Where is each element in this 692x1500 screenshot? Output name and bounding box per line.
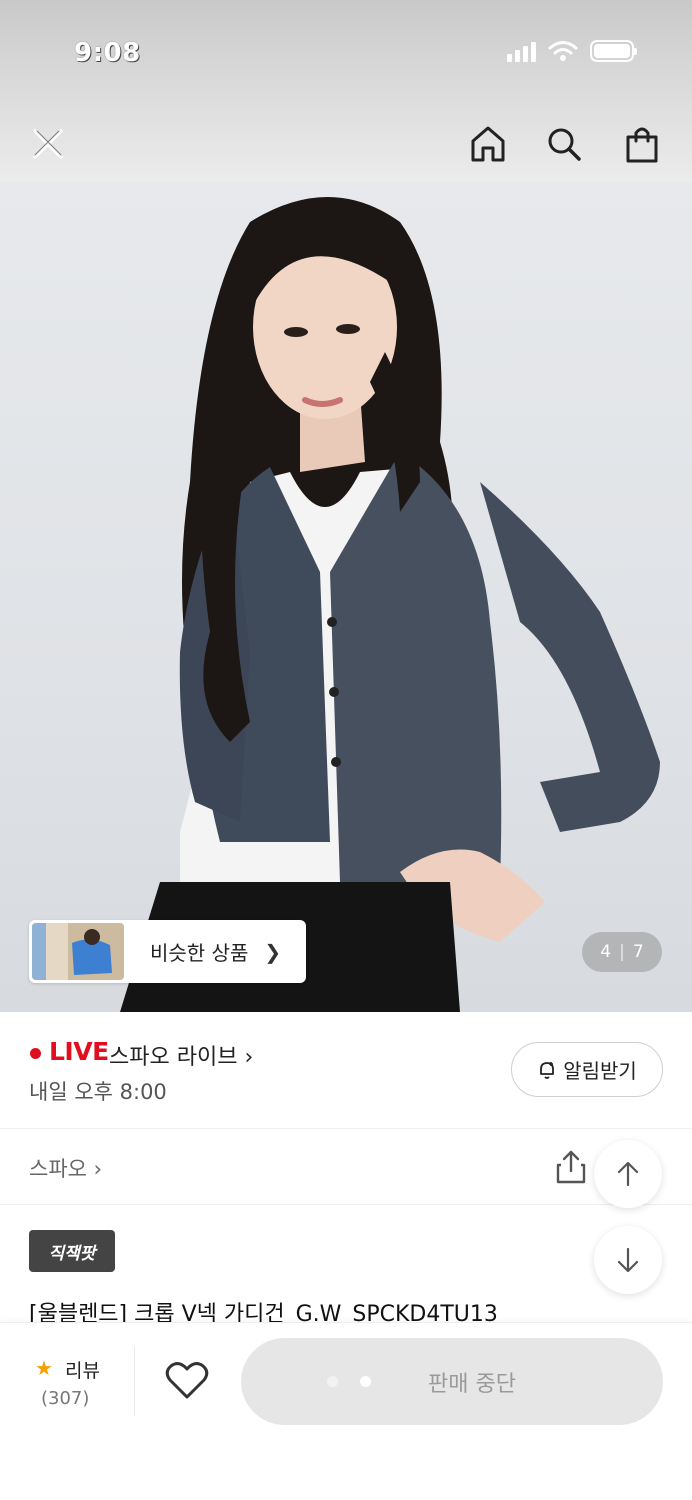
- dot: [360, 1376, 371, 1387]
- wifi-icon: [548, 41, 578, 61]
- home-icon: [471, 126, 505, 162]
- search-icon: [548, 128, 581, 161]
- review-label[interactable]: 리뷰: [65, 1356, 100, 1383]
- current-page: 4: [600, 942, 612, 962]
- live-badge: LIVE: [49, 1037, 109, 1066]
- live-dot-icon: [30, 1048, 41, 1059]
- image-page-indicator: 4 | 7: [582, 932, 662, 972]
- status-bar: 9:08: [0, 0, 692, 100]
- top-header: 9:08: [0, 0, 692, 182]
- status-time: 9:08: [74, 38, 141, 68]
- deal-badge: 직잭팟: [29, 1230, 115, 1272]
- nav-bar: [0, 108, 692, 180]
- notify-label: 알림받기: [563, 1059, 637, 1083]
- live-schedule: 내일 오후 8:00: [29, 1080, 167, 1104]
- home-button[interactable]: [462, 118, 514, 170]
- divider: [134, 1346, 135, 1416]
- product-image[interactable]: [0, 182, 692, 1012]
- sold-out-label: 판매 중단: [428, 1371, 516, 1397]
- live-channel-label: 스파오 라이브: [109, 1045, 238, 1070]
- chevron-right-icon: ›: [244, 1045, 254, 1070]
- total-pages: 7: [632, 942, 644, 962]
- notify-button[interactable]: 알림받기: [511, 1042, 663, 1097]
- heart-icon[interactable]: [165, 1360, 209, 1400]
- similar-product-thumbnail: [32, 923, 124, 980]
- battery-icon: [590, 40, 637, 62]
- scroll-up-button[interactable]: [594, 1140, 662, 1208]
- similar-products-label: 비슷한 상품: [150, 941, 249, 965]
- bell-plus-icon: [540, 1061, 555, 1079]
- shopping-bag-icon: [626, 127, 658, 163]
- search-button[interactable]: [538, 118, 590, 170]
- cellular-signal-icon: [507, 40, 536, 62]
- brand-name: 스파오: [29, 1157, 87, 1181]
- brand-link[interactable]: 스파오 ›: [29, 1153, 102, 1183]
- chevron-right-icon: ❯: [264, 939, 282, 964]
- arrow-up-icon: [617, 1161, 639, 1187]
- close-button[interactable]: [22, 118, 74, 170]
- model-photo: [120, 197, 660, 1012]
- cart-button[interactable]: [616, 118, 668, 170]
- dot: [327, 1376, 338, 1387]
- close-icon: [33, 129, 63, 159]
- share-icon[interactable]: [555, 1149, 587, 1185]
- status-icons: [507, 40, 637, 62]
- arrow-down-icon: [617, 1247, 639, 1273]
- scroll-down-button[interactable]: [594, 1226, 662, 1294]
- star-icon: ★: [35, 1356, 53, 1380]
- sold-out-button[interactable]: 판매 중단: [241, 1338, 663, 1425]
- page-divider: |: [619, 942, 625, 962]
- chevron-right-icon: ›: [93, 1157, 103, 1181]
- live-channel-link[interactable]: 스파오 라이브 ›: [109, 1039, 253, 1071]
- review-count[interactable]: (307): [41, 1388, 89, 1409]
- brand-row: [0, 1129, 692, 1205]
- loading-dots: [327, 1376, 371, 1387]
- similar-products-button[interactable]: 비슷한 상품 ❯: [29, 920, 306, 983]
